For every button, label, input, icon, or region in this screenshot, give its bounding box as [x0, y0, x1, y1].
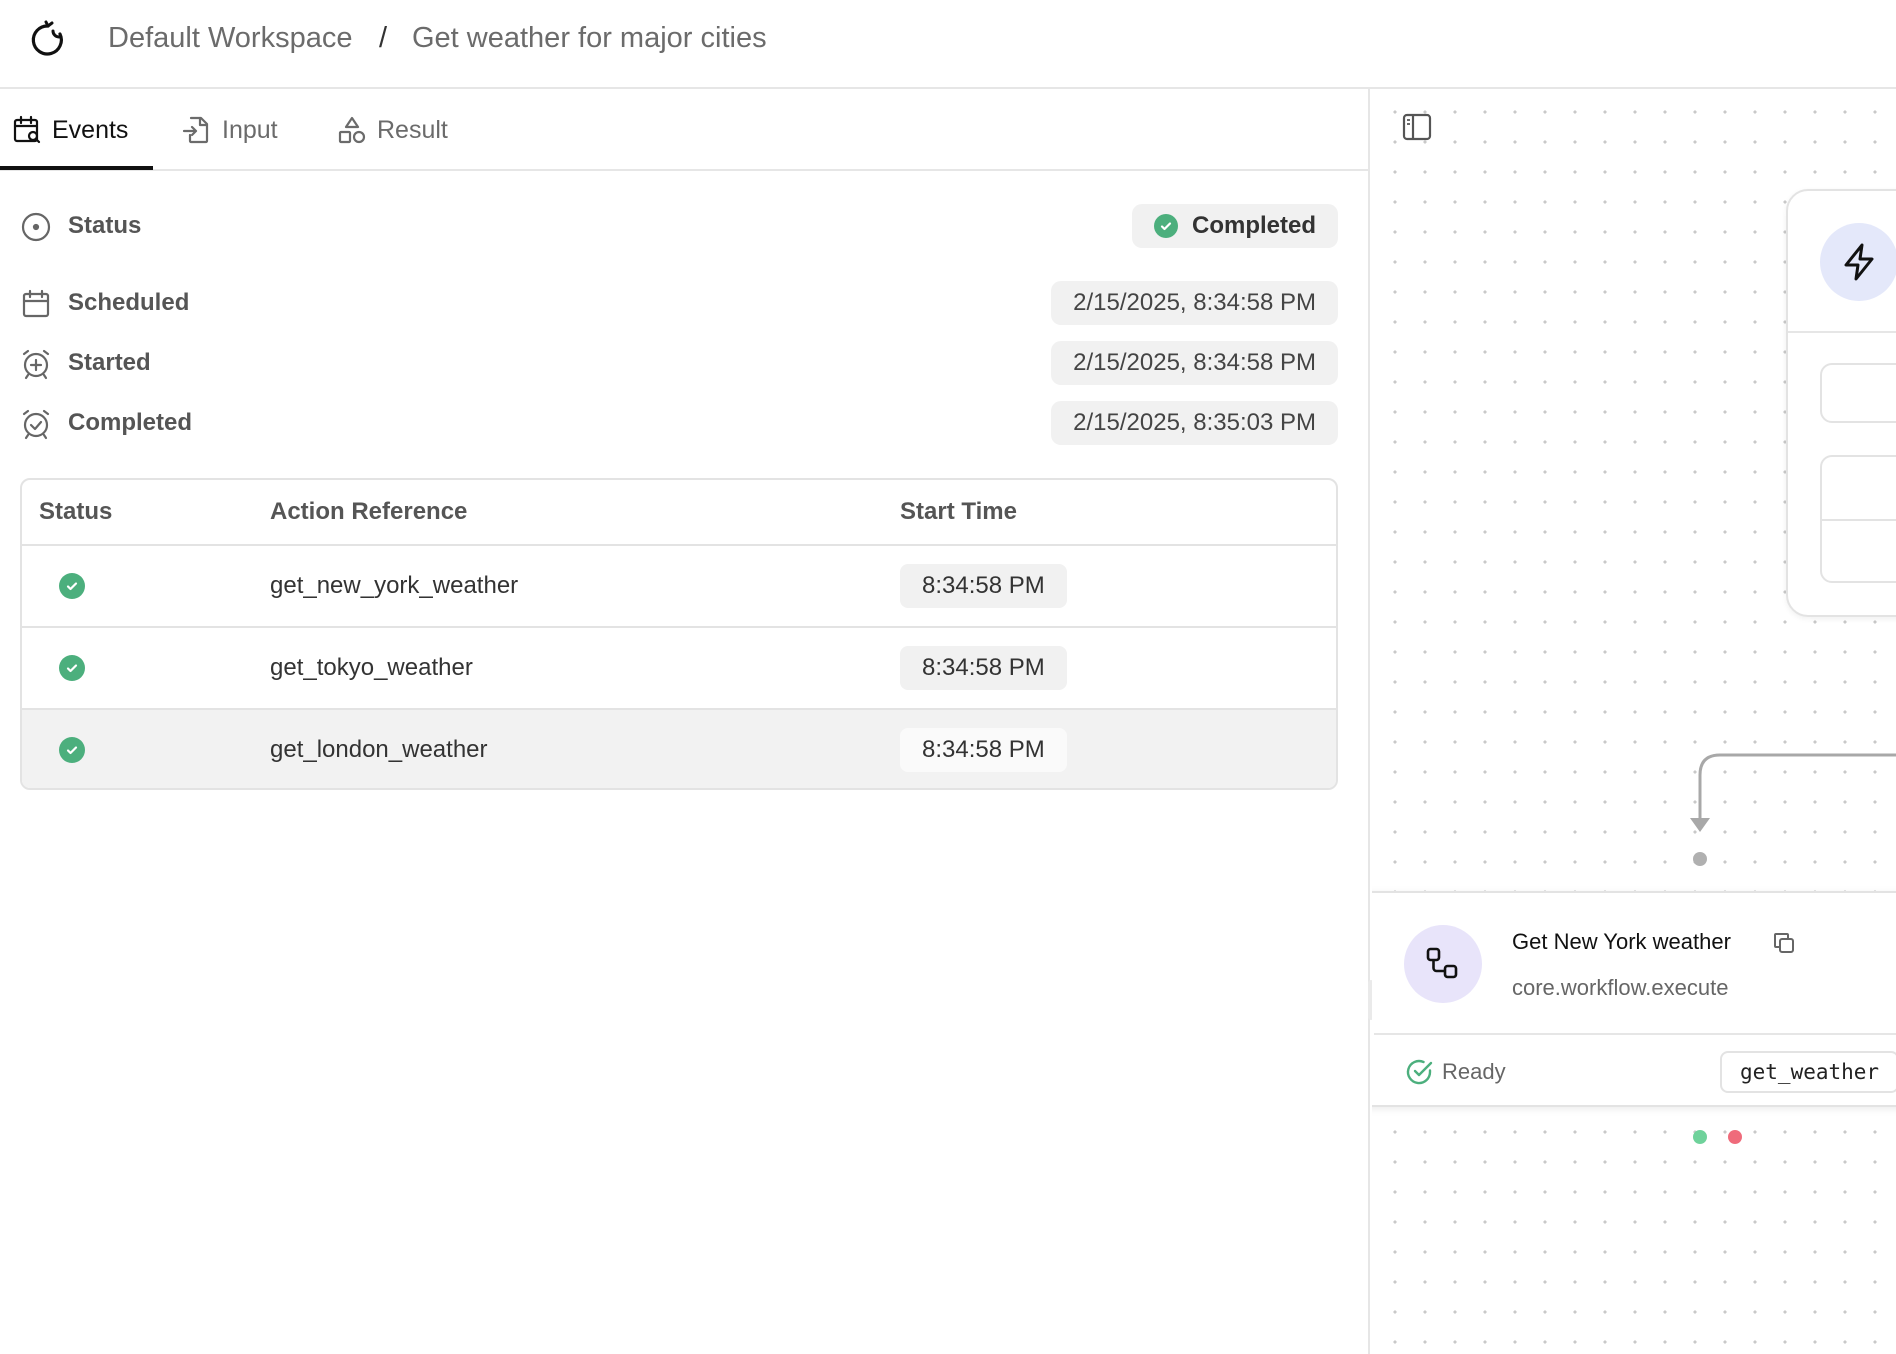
- success-check-icon: [59, 655, 85, 681]
- breadcrumb-separator: /: [379, 22, 388, 54]
- meta-label: Status: [68, 212, 142, 239]
- table-row[interactable]: get_new_york_weather 8:34:58 PM: [22, 546, 1336, 628]
- input-handle[interactable]: [1693, 852, 1707, 866]
- events-table: Status Action Reference Start Time get_n…: [20, 478, 1338, 790]
- completed-time: 2/15/2025, 8:35:03 PM: [1051, 401, 1338, 445]
- table-row[interactable]: get_london_weather 8:34:58 PM: [22, 710, 1336, 788]
- file-import-icon: [182, 116, 209, 144]
- scheduled-time: 2/15/2025, 8:34:58 PM: [1051, 281, 1338, 325]
- tab-result[interactable]: Result: [337, 89, 448, 171]
- top-header: Default Workspace / Get weather for majo…: [0, 0, 1896, 89]
- tab-events[interactable]: Events: [12, 89, 128, 171]
- meta-status-row: Status Completed: [20, 203, 1338, 249]
- check-circle-outline-icon: [1406, 1059, 1433, 1085]
- run-details-panel: Events Input Result Status Completed Sch…: [0, 89, 1370, 1354]
- action-node-type: core.workflow.execute: [1512, 975, 1729, 1000]
- meta-label: Scheduled: [68, 289, 190, 316]
- calendar-icon: [22, 289, 50, 318]
- shapes-icon: [338, 116, 366, 144]
- action-node[interactable]: Get New York weather core.workflow.execu…: [1372, 891, 1896, 1107]
- start-time: 8:34:58 PM: [900, 646, 1067, 690]
- started-time: 2/15/2025, 8:34:58 PM: [1051, 341, 1338, 385]
- action-reference: get_new_york_weather: [270, 572, 519, 599]
- tab-label: Result: [377, 115, 448, 144]
- action-reference: get_tokyo_weather: [270, 654, 473, 681]
- meta-scheduled-row: Scheduled 2/15/2025, 8:34:58 PM: [20, 280, 1338, 326]
- meta-completed-row: Completed 2/15/2025, 8:35:03 PM: [20, 400, 1338, 446]
- node-divider: [1374, 1033, 1896, 1035]
- app-logo-icon[interactable]: [26, 18, 70, 62]
- success-output-handle[interactable]: [1693, 1130, 1707, 1144]
- tab-input[interactable]: Input: [182, 89, 278, 171]
- status-value: Completed: [1191, 212, 1316, 239]
- start-time: 8:34:58 PM: [900, 728, 1067, 772]
- success-check-icon: [59, 573, 85, 599]
- tab-bar: Events Input Result: [0, 89, 1370, 171]
- workflow-canvas[interactable]: Get New York weather core.workflow.execu…: [1372, 89, 1896, 1354]
- meta-label: Completed: [68, 409, 193, 436]
- active-tab-indicator: [0, 166, 153, 170]
- circle-dot-icon: [21, 212, 51, 242]
- column-header-action-reference[interactable]: Action Reference: [270, 498, 467, 526]
- breadcrumb-workflow[interactable]: Get weather for major cities: [412, 22, 767, 55]
- alarm-plus-icon: [22, 349, 50, 380]
- action-ref-chip: get_weather: [1720, 1051, 1896, 1093]
- tab-label: Input: [222, 115, 278, 144]
- success-check-icon: [59, 737, 85, 763]
- table-row[interactable]: get_tokyo_weather 8:34:58 PM: [22, 628, 1336, 710]
- error-output-handle[interactable]: [1728, 1130, 1742, 1144]
- breadcrumb-workspace[interactable]: Default Workspace: [108, 22, 352, 55]
- calendar-search-icon: [13, 115, 41, 144]
- meta-label: Started: [68, 349, 151, 376]
- node-status-label: Ready: [1442, 1059, 1506, 1084]
- tab-label: Events: [52, 115, 129, 144]
- check-circle-icon: [1153, 214, 1178, 238]
- table-header: Status Action Reference Start Time: [22, 480, 1336, 546]
- action-node-title: Get New York weather: [1512, 929, 1731, 954]
- column-header-start-time[interactable]: Start Time: [900, 498, 1017, 526]
- action-reference: get_london_weather: [270, 736, 488, 763]
- node-status: Ready: [1404, 1057, 1506, 1087]
- alarm-check-icon: [22, 409, 50, 440]
- column-header-status[interactable]: Status: [39, 498, 112, 526]
- meta-started-row: Started 2/15/2025, 8:34:58 PM: [20, 340, 1338, 386]
- start-time: 8:34:58 PM: [900, 564, 1067, 608]
- workflow-edge: [1690, 753, 1896, 832]
- workflow-icon: [1404, 925, 1482, 1003]
- status-badge: Completed: [1131, 204, 1338, 248]
- copy-icon[interactable]: [1772, 931, 1796, 955]
